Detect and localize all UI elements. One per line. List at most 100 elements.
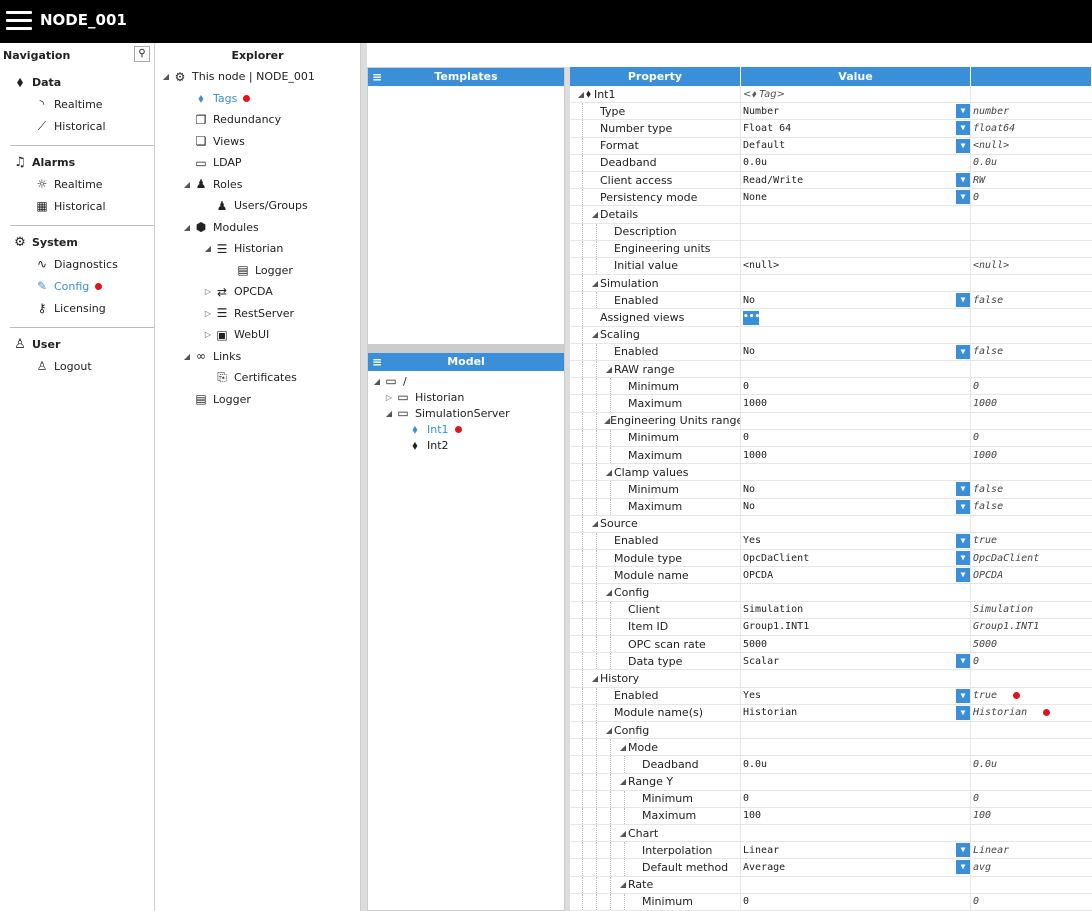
templates-model-splitter[interactable]: [367, 345, 565, 352]
collapse-arrow-icon[interactable]: ◢: [182, 180, 192, 189]
collapse-arrow-icon[interactable]: ◢: [618, 743, 628, 752]
nav-item-historical[interactable]: ▦ Historical: [0, 195, 154, 217]
value-cell[interactable]: [741, 721, 971, 739]
tree-node[interactable]: ❐ Redundancy: [155, 109, 360, 131]
value-cell[interactable]: 0.0u: [741, 756, 971, 773]
value-cell[interactable]: 0: [741, 429, 971, 446]
value-column-header[interactable]: Value: [741, 67, 971, 86]
value-cell[interactable]: 0.0u: [741, 154, 971, 171]
property-row[interactable]: ◢ Chart: [570, 825, 1092, 843]
value-cell[interactable]: [741, 464, 971, 481]
value-cell[interactable]: [741, 773, 971, 790]
pin-icon[interactable]: ⚲: [134, 46, 150, 62]
property-row[interactable]: Item ID Group1.INT1 Group1.INT1: [570, 618, 1092, 636]
tree-node[interactable]: ◢ ∞ Links: [155, 346, 360, 368]
tree-node[interactable]: ⬧ Int1: [368, 421, 564, 437]
property-row[interactable]: Minimum 0 0: [570, 378, 1092, 396]
property-row[interactable]: Deadband 0.0u 0.0u: [570, 154, 1092, 172]
nav-item-diagnostics[interactable]: ∿ Diagnostics: [0, 253, 154, 275]
nav-item-realtime[interactable]: ☼ Realtime: [0, 173, 154, 195]
tree-node[interactable]: ◢ ⚙ This node | NODE_001: [155, 66, 360, 88]
tree-node[interactable]: ♟ Users/Groups: [155, 195, 360, 217]
property-row[interactable]: Enabled No ▼ false: [570, 292, 1092, 310]
tree-node[interactable]: ▷ ▭ Historian: [368, 389, 564, 405]
value-cell[interactable]: 0: [741, 893, 971, 910]
tree-node[interactable]: ⬧ Tags: [155, 88, 360, 110]
property-row[interactable]: Default method Average ▼ avg: [570, 859, 1092, 877]
value-cell[interactable]: [741, 670, 971, 687]
property-row[interactable]: ◢ Range Y: [570, 773, 1092, 791]
property-row[interactable]: Number type Float 64 ▼ float64: [570, 120, 1092, 138]
value-cell[interactable]: [741, 412, 971, 429]
value-cell[interactable]: 1000: [741, 395, 971, 412]
dropdown-arrow-icon[interactable]: ▼: [956, 843, 970, 858]
value-cell[interactable]: [741, 223, 971, 240]
value-cell[interactable]: No ▼: [741, 498, 971, 515]
dropdown-arrow-icon[interactable]: ▼: [956, 551, 970, 566]
property-row[interactable]: Interpolation Linear ▼ Linear: [570, 842, 1092, 860]
value-cell[interactable]: Number ▼: [741, 103, 971, 120]
model-menu-icon[interactable]: ≡: [372, 353, 382, 371]
dropdown-arrow-icon[interactable]: ▼: [956, 482, 970, 497]
property-column-header[interactable]: Property: [570, 67, 741, 86]
value-cell[interactable]: Group1.INT1: [741, 618, 971, 635]
value-cell[interactable]: •••: [741, 309, 971, 326]
value-cell[interactable]: [741, 206, 971, 223]
value-cell[interactable]: OpcDaClient ▼: [741, 550, 971, 567]
dropdown-arrow-icon[interactable]: ▼: [956, 190, 970, 205]
property-row[interactable]: Module name OPCDA ▼ OPCDA: [570, 567, 1092, 585]
property-row[interactable]: Assigned views •••: [570, 309, 1092, 327]
tree-node[interactable]: ◢ ☰ Historian: [155, 238, 360, 260]
property-row[interactable]: OPC scan rate 5000 5000: [570, 636, 1092, 654]
value-cell[interactable]: No ▼: [741, 292, 971, 309]
value-cell[interactable]: Average ▼: [741, 859, 971, 876]
value-cell[interactable]: Linear ▼: [741, 842, 971, 859]
value-cell[interactable]: 0: [741, 378, 971, 395]
property-row[interactable]: Deadband 0.0u 0.0u: [570, 756, 1092, 774]
property-row[interactable]: Type Number ▼ number: [570, 103, 1092, 121]
collapse-arrow-icon[interactable]: ◢: [618, 880, 628, 889]
value-cell[interactable]: 100: [741, 807, 971, 825]
property-row[interactable]: Persistency mode None ▼ 0: [570, 189, 1092, 207]
value-cell[interactable]: [741, 739, 971, 756]
dropdown-arrow-icon[interactable]: ▼: [956, 121, 970, 136]
value-cell[interactable]: 5000: [741, 636, 971, 653]
dropdown-arrow-icon[interactable]: ▼: [956, 860, 970, 875]
collapse-arrow-icon[interactable]: ◢: [590, 330, 600, 339]
property-row[interactable]: Engineering units: [570, 240, 1092, 258]
value-cell[interactable]: [741, 515, 971, 532]
collapse-arrow-icon[interactable]: ◢: [618, 777, 628, 786]
property-row[interactable]: Initial value <null> <null>: [570, 257, 1092, 276]
tree-node[interactable]: ⎘ Certificates: [155, 367, 360, 389]
property-row[interactable]: Format Default ▼ <null>: [570, 137, 1092, 155]
tree-node[interactable]: ◢ ⬢ Modules: [155, 217, 360, 239]
collapse-arrow-icon[interactable]: ◢: [590, 210, 600, 219]
ellipsis-button[interactable]: •••: [743, 310, 760, 325]
nav-item-logout[interactable]: ♙ Logout: [0, 355, 154, 377]
nav-item-config[interactable]: ✎ Config: [0, 275, 154, 297]
value-cell[interactable]: Simulation: [741, 601, 971, 618]
value-cell[interactable]: <null>: [741, 257, 971, 275]
nav-item-realtime[interactable]: ◝ Realtime: [0, 93, 154, 115]
value-cell[interactable]: Yes ▼: [741, 687, 971, 704]
hamburger-menu-icon[interactable]: [6, 11, 32, 31]
tree-node[interactable]: ▷ ▣ WebUI: [155, 324, 360, 346]
value-cell[interactable]: None ▼: [741, 189, 971, 206]
property-row[interactable]: ◢ Rate: [570, 876, 1092, 894]
value-cell[interactable]: [741, 361, 971, 378]
property-row[interactable]: ◢ Simulation: [570, 275, 1092, 293]
property-row[interactable]: Module type OpcDaClient ▼ OpcDaClient: [570, 550, 1092, 568]
property-row[interactable]: Module name(s) Historian ▼ Historian: [570, 704, 1092, 722]
collapse-arrow-icon[interactable]: ◢: [590, 279, 600, 288]
value-cell[interactable]: [741, 584, 971, 601]
property-row[interactable]: Enabled No ▼ false: [570, 343, 1092, 361]
tree-node[interactable]: ▷ ☰ RestServer: [155, 303, 360, 325]
property-row[interactable]: Maximum No ▼ false: [570, 498, 1092, 516]
property-row[interactable]: ◢ Scaling: [570, 326, 1092, 344]
value-cell[interactable]: Float 64 ▼: [741, 120, 971, 137]
value-cell[interactable]: Yes ▼: [741, 532, 971, 550]
property-row[interactable]: ◢ Clamp values: [570, 464, 1092, 482]
property-row[interactable]: ◢ Details: [570, 206, 1092, 224]
collapse-arrow-icon[interactable]: ◢: [590, 674, 600, 683]
dropdown-arrow-icon[interactable]: ▼: [956, 104, 970, 119]
